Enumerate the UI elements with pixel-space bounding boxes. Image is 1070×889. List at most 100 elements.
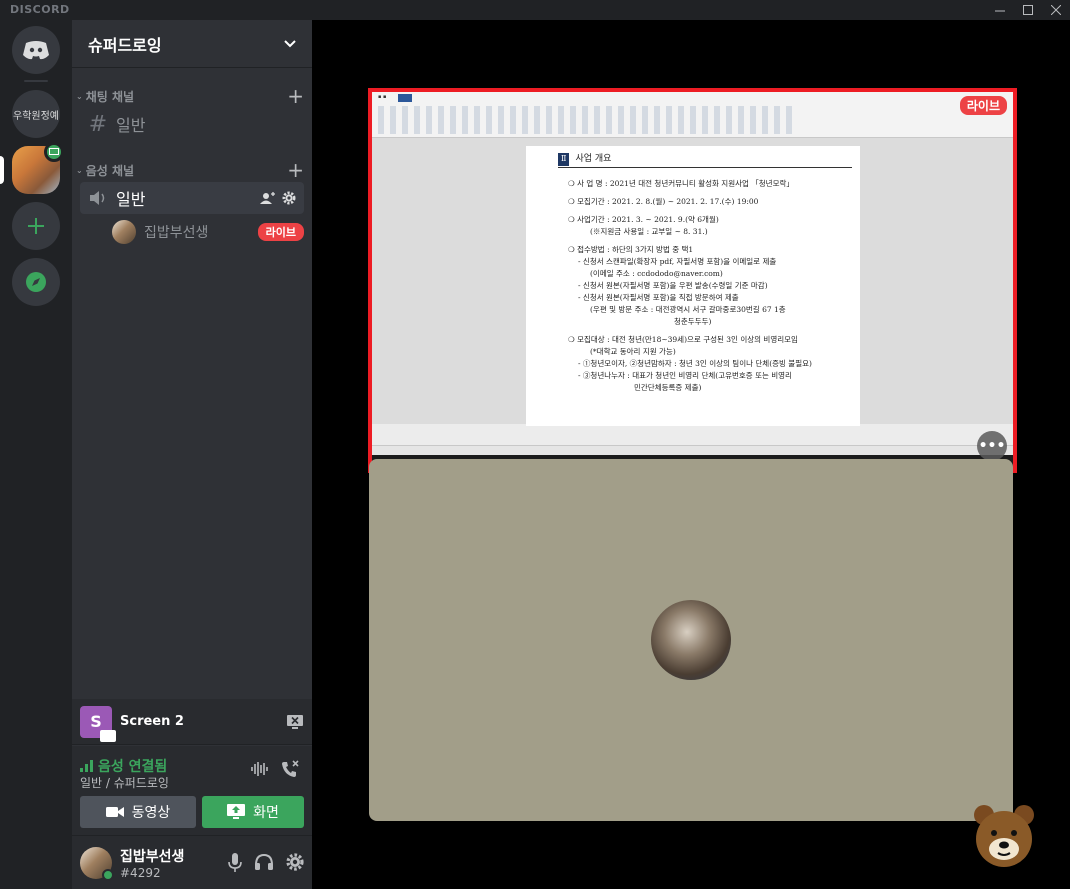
selected-server-indicator xyxy=(0,156,4,184)
avatar xyxy=(651,600,731,680)
signal-strength-icon xyxy=(80,760,93,772)
category-voice-label: 음성 채널 xyxy=(85,163,135,178)
screen-share-badge xyxy=(44,142,64,162)
camera-icon xyxy=(100,729,116,742)
doc-line: ❍ 사 업 명 : 2021년 대전 청년커뮤니티 활성화 지원사업 「청년모락… xyxy=(568,179,794,189)
server-icon-label: 우학원정예 xyxy=(13,110,59,122)
server-icon-active[interactable] xyxy=(12,142,64,194)
server-icon-text[interactable]: 우학원정예 xyxy=(12,90,60,138)
screen-share-panel: S Screen 2 xyxy=(72,699,312,745)
doc-line: ❍ 사업기간 : 2021. 3. ~ 2021. 9.(약 6개월) xyxy=(568,215,719,225)
doc-line: - 신청서 스캔파일(확장자 pdf, 자필서명 포함)을 이메일로 제출 xyxy=(578,257,777,267)
doc-heading-number: Ⅱ xyxy=(558,152,570,166)
doc-line: (*대학교 동아리 지원 가능) xyxy=(590,347,676,357)
channel-text-general[interactable]: # 일반 xyxy=(80,108,304,140)
voice-channel-link[interactable]: 일반 / 슈퍼드로잉 xyxy=(80,774,169,791)
username: 집밥부선생 xyxy=(120,848,185,865)
chevron-down-icon: ⌄ xyxy=(76,165,83,175)
channel-voice-general[interactable]: 일반 xyxy=(80,182,304,214)
more-options-button[interactable]: ••• xyxy=(977,431,1007,461)
voice-connection-panel: 음성 연결됨 일반 / 슈퍼드로잉 동영상 화면 xyxy=(72,746,312,836)
live-badge: 라이브 xyxy=(257,223,304,241)
ellipsis-icon: ••• xyxy=(978,438,1006,454)
doc-line: 민간단체등록증 제출) xyxy=(634,383,702,393)
doc-line: - 신청서 원본(자필서명 포함)을 직접 방문하여 제출 xyxy=(578,293,739,303)
avatar[interactable] xyxy=(80,846,114,881)
user-tag: #4292 xyxy=(120,865,161,880)
bear-mascot-icon xyxy=(974,805,1034,867)
app-brand: DISCORD xyxy=(10,3,70,16)
discord-logo-icon xyxy=(23,41,49,60)
add-server-button[interactable] xyxy=(12,202,60,250)
participant-tile[interactable] xyxy=(369,459,1013,821)
stream-tile[interactable]: ▪ ▪ Ⅱ 사업 개요 ❍ 사 업 명 : 2021년 대전 청년커뮤니티 활성… xyxy=(368,88,1017,473)
doc-line: (이메일 주소 : ccdododo@naver.com) xyxy=(590,269,723,279)
doc-line: ❍ 모집대상 : 대전 청년(만18~39세)으로 구성된 3인 이상의 비영리… xyxy=(568,335,798,345)
voice-status-label: 음성 연결됨 xyxy=(98,759,168,775)
channel-name: 일반 xyxy=(116,116,146,135)
video-stage: ▪ ▪ Ⅱ 사업 개요 ❍ 사 업 명 : 2021년 대전 청년커뮤니티 활성… xyxy=(312,20,1070,889)
channel-sidebar: 슈퍼드로잉 ⌄ 채팅 채널 + # 일반 ⌄ 음성 채널 + 일반 집밥부선생 … xyxy=(72,20,312,889)
document-area: Ⅱ 사업 개요 ❍ 사 업 명 : 2021년 대전 청년커뮤니티 활성화 지원… xyxy=(372,138,1013,426)
disconnect-icon[interactable] xyxy=(280,760,300,778)
microphone-icon[interactable] xyxy=(228,852,242,873)
monitor-icon xyxy=(49,148,59,155)
shared-app-status-bar xyxy=(372,445,1013,455)
home-button[interactable] xyxy=(12,26,60,74)
guild-name: 슈퍼드로잉 xyxy=(88,35,162,55)
screen-source-icon: S xyxy=(80,705,116,742)
explore-servers-button[interactable] xyxy=(12,258,60,306)
doc-line: ❍ 모집기간 : 2021. 2. 8.(월) ~ 2021. 2. 17.(수… xyxy=(568,197,759,207)
speaker-icon xyxy=(90,191,105,205)
voice-status[interactable]: 음성 연결됨 xyxy=(80,756,167,776)
stop-streaming-icon[interactable] xyxy=(286,714,304,730)
hash-icon: # xyxy=(88,111,108,137)
document-page: Ⅱ 사업 개요 ❍ 사 업 명 : 2021년 대전 청년커뮤니티 활성화 지원… xyxy=(526,146,860,426)
channel-name: 일반 xyxy=(116,190,146,209)
guild-header[interactable]: 슈퍼드로잉 xyxy=(72,20,312,68)
doc-heading-text: 사업 개요 xyxy=(575,154,612,164)
screen-share-button[interactable]: 화면 xyxy=(202,796,304,828)
screen-share-label: 화면 xyxy=(253,805,279,821)
rail-separator xyxy=(24,80,48,82)
video-button[interactable]: 동영상 xyxy=(80,796,196,828)
doc-line: (우편 및 방문 주소 : 대전광역시 서구 갈마중로30번길 67 1층 xyxy=(590,305,786,315)
compass-icon xyxy=(26,272,46,292)
doc-line: ❍ 접수방법 : 하단의 3가지 방법 중 택1 xyxy=(568,245,694,255)
doc-heading: Ⅱ 사업 개요 xyxy=(558,152,852,169)
invite-member-icon[interactable] xyxy=(260,191,276,205)
shared-app-ribbon: ▪ ▪ xyxy=(372,92,1013,138)
ribbon-tools xyxy=(378,106,798,134)
close-icon xyxy=(1051,5,1061,15)
chevron-down-icon: ⌄ xyxy=(76,91,83,101)
gear-icon[interactable] xyxy=(286,852,304,871)
doc-line: - ③청년나누자 : 대표가 청년인 비영리 단체(고유번호증 또는 비영리 xyxy=(578,371,792,381)
gear-icon[interactable] xyxy=(282,191,296,205)
doc-line: 청춘두두두) xyxy=(674,317,712,327)
avatar xyxy=(112,220,136,244)
screen-share-icon xyxy=(227,804,246,819)
add-text-channel-icon[interactable]: + xyxy=(287,86,304,106)
add-voice-channel-icon[interactable]: + xyxy=(287,160,304,180)
chevron-down-icon xyxy=(284,39,296,47)
online-status-dot xyxy=(102,868,114,881)
ribbon-tab: ▪ ▪ xyxy=(378,94,387,100)
maximize-icon xyxy=(1023,5,1033,15)
video-camera-icon xyxy=(105,807,124,817)
maximize-button[interactable] xyxy=(1014,0,1042,20)
server-rail: 우학원정예 xyxy=(0,20,72,889)
category-voice[interactable]: ⌄ 음성 채널 + xyxy=(72,160,312,180)
plus-icon xyxy=(28,218,44,234)
minimize-button[interactable] xyxy=(986,0,1014,20)
ribbon-tab-active xyxy=(398,94,412,102)
category-text[interactable]: ⌄ 채팅 채널 + xyxy=(72,86,312,106)
doc-line: - ①청년모이자, ②청년맘하자 : 청년 3인 이상의 팀이나 단체(증빙 불… xyxy=(578,359,812,369)
participant-name: 집밥부선생 xyxy=(144,225,209,241)
minimize-icon xyxy=(995,10,1005,12)
headphones-icon[interactable] xyxy=(254,853,274,871)
noise-suppression-icon[interactable] xyxy=(250,760,268,778)
voice-participant[interactable]: 집밥부선생 라이브 xyxy=(112,218,304,246)
close-button[interactable] xyxy=(1042,0,1070,20)
doc-line: - 신청서 원본(자필서명 포함)을 우편 발송(수령일 기준 마감) xyxy=(578,281,768,291)
category-text-label: 채팅 채널 xyxy=(85,89,135,104)
